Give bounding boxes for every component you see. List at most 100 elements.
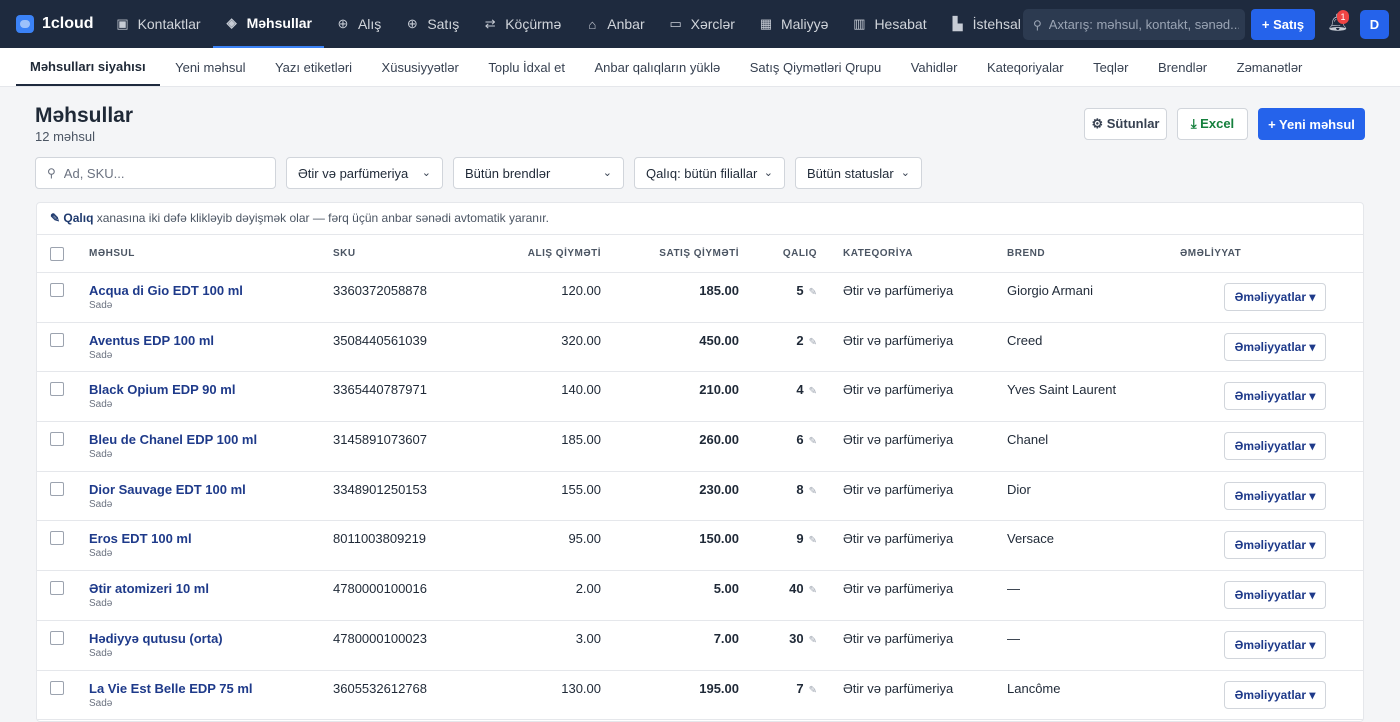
subnav-tab-0[interactable]: Məhsulları siyahısı — [16, 48, 160, 86]
sell-price-cell: 150.00 — [601, 520, 739, 572]
new-product-button[interactable]: + Yeni məhsul — [1258, 108, 1365, 140]
user-avatar[interactable]: D — [1360, 10, 1389, 39]
product-name-link[interactable]: Bleu de Chanel EDP 100 ml — [89, 432, 333, 447]
subnav-tab-9[interactable]: Teqlər — [1079, 48, 1142, 86]
row-actions-dropdown[interactable]: Əməliyyatlar ▾ — [1224, 481, 1326, 510]
row-actions-dropdown[interactable]: Əməliyyatlar ▾ — [1224, 432, 1326, 461]
stock-cell[interactable]: 5 ✎ — [739, 272, 817, 323]
global-search[interactable]: ⚲ — [1023, 9, 1245, 40]
stock-cell[interactable]: 9 ✎ — [739, 520, 817, 572]
product-search[interactable]: ⚲ — [35, 157, 276, 189]
row-checkbox[interactable] — [50, 432, 64, 447]
col-buy-price[interactable]: ALIŞ QİYMƏTİ — [483, 234, 601, 273]
subnav-tab-2[interactable]: Yazı etiketləri — [261, 48, 366, 86]
product-name-link[interactable]: Acqua di Gio EDT 100 ml — [89, 283, 333, 298]
actions-cell: Əməliyyatlar ▾ — [1180, 520, 1363, 572]
stock-value[interactable]: 5 — [796, 283, 803, 298]
nav-item-3[interactable]: ⊕ Satış — [393, 0, 471, 48]
row-checkbox[interactable] — [50, 581, 64, 596]
subnav-tab-6[interactable]: Satış Qiymətləri Qrupu — [736, 48, 896, 86]
subnav-tab-4[interactable]: Toplu İdxal et — [474, 48, 579, 86]
col-sku[interactable]: SKU — [333, 234, 483, 273]
stock-cell[interactable]: 30 ✎ — [739, 620, 817, 671]
row-actions-dropdown[interactable]: Əməliyyatlar ▾ — [1224, 630, 1326, 659]
col-category[interactable]: KATEQORİYA — [817, 234, 1001, 273]
nav-item-5[interactable]: ⌂ Anbar — [573, 0, 656, 48]
new-sale-button[interactable]: + Satış — [1251, 9, 1315, 40]
product-name-link[interactable]: Eros EDT 100 ml — [89, 531, 333, 546]
subnav-tab-3[interactable]: Xüsusiyyətlər — [368, 48, 473, 86]
row-checkbox[interactable] — [50, 382, 64, 397]
row-checkbox[interactable] — [50, 283, 64, 297]
stock-value[interactable]: 9 — [796, 531, 803, 546]
product-name-link[interactable]: Ətir atomizeri 10 ml — [89, 581, 333, 596]
col-product[interactable]: MƏHSUL — [89, 234, 333, 273]
row-actions-dropdown[interactable]: Əməliyyatlar ▾ — [1224, 680, 1326, 709]
stock-cell[interactable]: 8 ✎ — [739, 471, 817, 522]
nav-item-1[interactable]: ◈ Məhsullar — [212, 0, 324, 48]
product-name-link[interactable]: Aventus EDP 100 ml — [89, 333, 333, 348]
row-checkbox[interactable] — [50, 481, 64, 496]
sku-value: 3605532612768 — [333, 680, 427, 696]
row-checkbox[interactable] — [50, 332, 64, 347]
stock-value[interactable]: 40 — [789, 581, 803, 596]
row-select-cell — [37, 520, 89, 572]
buy-price-value: 120.00 — [561, 283, 601, 298]
nav-item-2[interactable]: ⊕ Alış — [324, 0, 393, 48]
category-filter[interactable]: Ətir və parfümeriya ⌄ — [286, 157, 443, 189]
stock-cell[interactable]: 40 ✎ — [739, 570, 817, 621]
columns-button[interactable]: ⚙ Sütunlar — [1084, 108, 1167, 140]
pencil-icon: ✎ — [808, 634, 817, 646]
col-stock[interactable]: QALIQ — [739, 234, 817, 273]
row-checkbox[interactable] — [50, 680, 64, 695]
stock-cell[interactable]: 7 ✎ — [739, 670, 817, 721]
product-search-input[interactable] — [63, 165, 254, 181]
subnav-tab-8[interactable]: Kateqoriyalar — [973, 48, 1078, 86]
stock-filter[interactable]: Qalıq: bütün filiallar ⌄ — [634, 157, 785, 189]
app-logo[interactable]: 1cloud — [16, 15, 94, 33]
row-actions-dropdown[interactable]: Əməliyyatlar ▾ — [1224, 531, 1326, 560]
excel-export-button[interactable]: ⤓ Excel — [1177, 108, 1248, 140]
subnav-tab-5[interactable]: Anbar qalıqların yüklə — [580, 48, 734, 86]
subnav-tab-11[interactable]: Zəmanətlər — [1223, 48, 1317, 86]
nav-item-7[interactable]: ▦ Maliyyə — [747, 0, 840, 48]
stock-cell[interactable]: 2 ✎ — [739, 322, 817, 373]
status-filter[interactable]: Bütün statuslar ⌄ — [795, 157, 922, 189]
buy-price-cell: 2.00 — [483, 570, 601, 621]
row-checkbox[interactable] — [50, 531, 64, 546]
nav-item-0[interactable]: ▣ Kontaktlar — [104, 0, 213, 48]
row-actions-dropdown[interactable]: Əməliyyatlar ▾ — [1224, 581, 1326, 610]
product-name-link[interactable]: Dior Sauvage EDT 100 ml — [89, 482, 333, 497]
product-cell: Bleu de Chanel EDP 100 ml Sadə — [89, 421, 333, 472]
col-brand[interactable]: BREND — [1001, 234, 1180, 273]
nav-item-4[interactable]: ⇄ Köçürmə — [471, 0, 573, 48]
row-actions-dropdown[interactable]: Əməliyyatlar ▾ — [1224, 332, 1326, 361]
col-sell-price[interactable]: SATIŞ QİYMƏTİ — [601, 234, 739, 273]
product-name-link[interactable]: Black Opium EDP 90 ml — [89, 382, 333, 397]
product-name-link[interactable]: Hədiyyə qutusu (orta) — [89, 631, 333, 646]
subnav-tab-10[interactable]: Brendlər — [1144, 48, 1221, 86]
nav-item-9[interactable]: ▙ İstehsal — [939, 0, 1033, 48]
stock-value[interactable]: 4 — [796, 382, 803, 397]
subnav-tab-1[interactable]: Yeni məhsul — [161, 48, 259, 86]
product-name-link[interactable]: La Vie Est Belle EDP 75 ml — [89, 681, 333, 696]
stock-value[interactable]: 8 — [796, 482, 803, 497]
nav-item-8[interactable]: ▥ Hesabat — [840, 0, 938, 48]
row-actions-dropdown[interactable]: Əməliyyatlar ▾ — [1224, 382, 1326, 411]
stock-cell[interactable]: 4 ✎ — [739, 371, 817, 423]
nav-item-6[interactable]: ▭ Xərclər — [657, 0, 747, 48]
stock-value[interactable]: 6 — [796, 432, 803, 447]
brand-filter[interactable]: Bütün brendlər ⌄ — [453, 157, 624, 189]
row-actions-dropdown[interactable]: Əməliyyatlar ▾ — [1224, 283, 1326, 311]
sell-price-cell: 210.00 — [601, 371, 739, 423]
product-type: Sadə — [89, 349, 113, 361]
row-checkbox[interactable] — [50, 630, 64, 645]
category-cell: Ətir və parfümeriya — [817, 570, 1001, 621]
stock-value[interactable]: 7 — [796, 681, 803, 696]
global-search-input[interactable] — [1048, 17, 1239, 32]
stock-cell[interactable]: 6 ✎ — [739, 421, 817, 472]
subnav-tab-7[interactable]: Vahidlər — [897, 48, 972, 86]
select-all-checkbox[interactable] — [50, 246, 64, 261]
stock-value[interactable]: 2 — [796, 333, 803, 348]
stock-value[interactable]: 30 — [789, 631, 803, 646]
